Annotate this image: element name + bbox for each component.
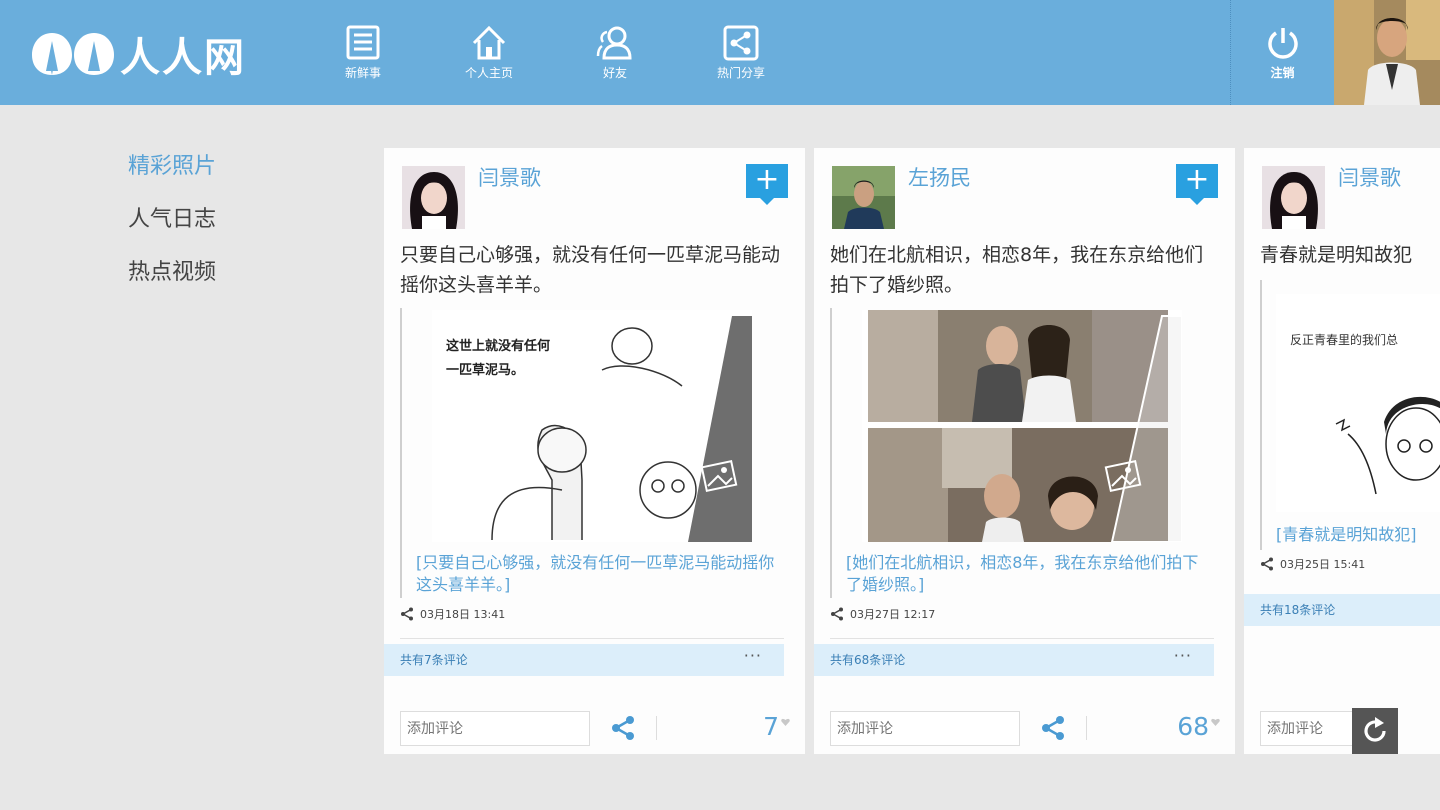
avatar[interactable] xyxy=(402,166,465,229)
user-name[interactable]: 闫景歌 xyxy=(1338,162,1401,192)
refresh-icon xyxy=(1364,717,1386,742)
nav-home[interactable]: 个人主页 xyxy=(426,0,552,105)
photo-container: 这世上就没有任何 一匹草泥马。 [只要自己心够强，就没有任何一匹草泥马能动摇你这… xyxy=(400,308,790,598)
nav-news-label: 新鲜事 xyxy=(344,66,381,80)
photo-container: 反正青春里的我们总 [青春就是明知故犯] xyxy=(1260,280,1440,550)
like-count[interactable]: 7 xyxy=(763,712,779,741)
share-icon xyxy=(723,25,759,61)
power-icon xyxy=(1267,27,1298,59)
post-time: 03月18日 13:41 xyxy=(420,608,506,621)
post-time: 03月25日 15:41 xyxy=(1280,558,1366,571)
post-photo[interactable] xyxy=(862,310,1182,542)
current-user-avatar[interactable] xyxy=(1334,0,1440,105)
divider xyxy=(830,638,1214,639)
side-item-photos[interactable]: 精彩照片 xyxy=(128,150,216,203)
user-name[interactable]: 闫景歌 xyxy=(478,162,541,192)
post-photo[interactable]: 反正青春里的我们总 xyxy=(1276,294,1440,512)
share-small-icon xyxy=(401,607,413,621)
photo-container: [她们在北航相识，相恋8年，我在东京给他们拍下了婚纱照。] xyxy=(830,308,1220,598)
cartoon-photo: 这世上就没有任何 一匹草泥马。 xyxy=(432,310,752,542)
comments-bar[interactable]: 共有18条评论 xyxy=(1244,594,1440,626)
separator xyxy=(656,716,657,740)
nav-friends-label: 好友 xyxy=(602,66,627,80)
side-menu: 精彩照片 人气日志 热点视频 xyxy=(128,150,216,309)
share-icon[interactable] xyxy=(1040,715,1066,741)
avatar[interactable] xyxy=(832,166,895,229)
nav-home-label: 个人主页 xyxy=(464,66,513,80)
svg-text:一匹草泥马。: 一匹草泥马。 xyxy=(446,362,524,378)
more-icon[interactable]: ··· xyxy=(1174,640,1192,672)
nav-hot-share[interactable]: 热门分享 xyxy=(678,0,804,105)
post-text: 只要自己心够强，就没有任何一匹草泥马能动摇你这头喜羊羊。 xyxy=(400,244,781,296)
separator xyxy=(1086,716,1087,740)
more-icon[interactable]: ··· xyxy=(744,640,762,672)
logout-label: 注销 xyxy=(1270,65,1295,80)
user-avatar-photo xyxy=(1262,166,1325,229)
svg-text:这世上就没有任何: 这世上就没有任何 xyxy=(446,338,550,354)
divider xyxy=(400,638,784,639)
heart-icon xyxy=(781,718,790,726)
renren-logo-icon xyxy=(32,33,114,75)
comments-count: 共有18条评论 xyxy=(1260,603,1336,617)
nav-news[interactable]: 新鲜事 xyxy=(300,0,426,105)
main-nav: 新鲜事 个人主页 好友 热门分享 xyxy=(300,0,804,105)
cartoon-photo: 反正青春里的我们总 xyxy=(1276,294,1440,512)
feed-card: 闫景歌 青春就是明知故犯 反正青春里的我们总 [青春就是明知故犯] 03月25日… xyxy=(1244,148,1440,754)
side-item-blogs[interactable]: 人气日志 xyxy=(128,203,216,256)
post-meta: 03月18日 13:41 xyxy=(400,606,505,622)
wedding-photo xyxy=(862,310,1182,542)
friends-icon xyxy=(596,26,632,60)
logout-button[interactable]: 注销 xyxy=(1230,0,1334,105)
home-icon xyxy=(472,25,506,60)
comments-bar[interactable]: 共有7条评论 ··· xyxy=(384,644,784,676)
current-user-photo xyxy=(1334,0,1440,105)
renren-logo[interactable]: 人人网 xyxy=(30,30,246,81)
follow-button[interactable]: + xyxy=(1176,164,1218,205)
refresh-button[interactable] xyxy=(1352,708,1398,754)
comments-count: 共有7条评论 xyxy=(400,653,468,667)
svg-text:反正青春里的我们总: 反正青春里的我们总 xyxy=(1290,332,1398,347)
photo-caption[interactable]: [只要自己心够强，就没有任何一匹草泥马能动摇你这头喜羊羊。] xyxy=(416,552,776,596)
user-name[interactable]: 左扬民 xyxy=(908,162,971,192)
user-avatar-photo xyxy=(832,166,895,229)
like-count[interactable]: 68 xyxy=(1177,712,1209,741)
post-meta: 03月25日 15:41 xyxy=(1260,556,1365,572)
feed-card: 左扬民 + 她们在北航相识，相恋8年，我在东京给他们拍下了婚纱照。 [她们在北航… xyxy=(814,148,1235,754)
photo-caption[interactable]: [青春就是明知故犯] xyxy=(1276,524,1440,546)
logo-text: 人人网 xyxy=(120,35,246,81)
feed-card: 闫景歌 + 只要自己心够强，就没有任何一匹草泥马能动摇你这头喜羊羊。 这世上就没… xyxy=(384,148,805,754)
heart-icon xyxy=(1211,718,1220,726)
comment-input[interactable] xyxy=(400,711,590,746)
post-text: 她们在北航相识，相恋8年，我在东京给他们拍下了婚纱照。 xyxy=(830,244,1204,296)
post-photo[interactable]: 这世上就没有任何 一匹草泥马。 xyxy=(432,310,752,542)
comment-input[interactable] xyxy=(830,711,1020,746)
top-bar: 人人网 新鲜事 个人主页 好友 热门分享 注销 xyxy=(0,0,1440,105)
share-icon[interactable] xyxy=(610,715,636,741)
share-small-icon xyxy=(831,607,843,621)
post-time: 03月27日 12:17 xyxy=(850,608,936,621)
nav-hot-share-label: 热门分享 xyxy=(716,66,765,80)
follow-button[interactable]: + xyxy=(746,164,788,205)
post-meta: 03月27日 12:17 xyxy=(830,606,935,622)
photo-caption[interactable]: [她们在北航相识，相恋8年，我在东京给他们拍下了婚纱照。] xyxy=(846,552,1206,596)
comments-bar[interactable]: 共有68条评论 ··· xyxy=(814,644,1214,676)
user-avatar-photo xyxy=(402,166,465,229)
share-small-icon xyxy=(1261,557,1273,571)
news-icon xyxy=(346,25,380,60)
avatar[interactable] xyxy=(1262,166,1325,229)
nav-friends[interactable]: 好友 xyxy=(552,0,678,105)
post-text: 青春就是明知故犯 xyxy=(1260,244,1413,266)
side-item-videos[interactable]: 热点视频 xyxy=(128,256,216,309)
comments-count: 共有68条评论 xyxy=(830,653,906,667)
